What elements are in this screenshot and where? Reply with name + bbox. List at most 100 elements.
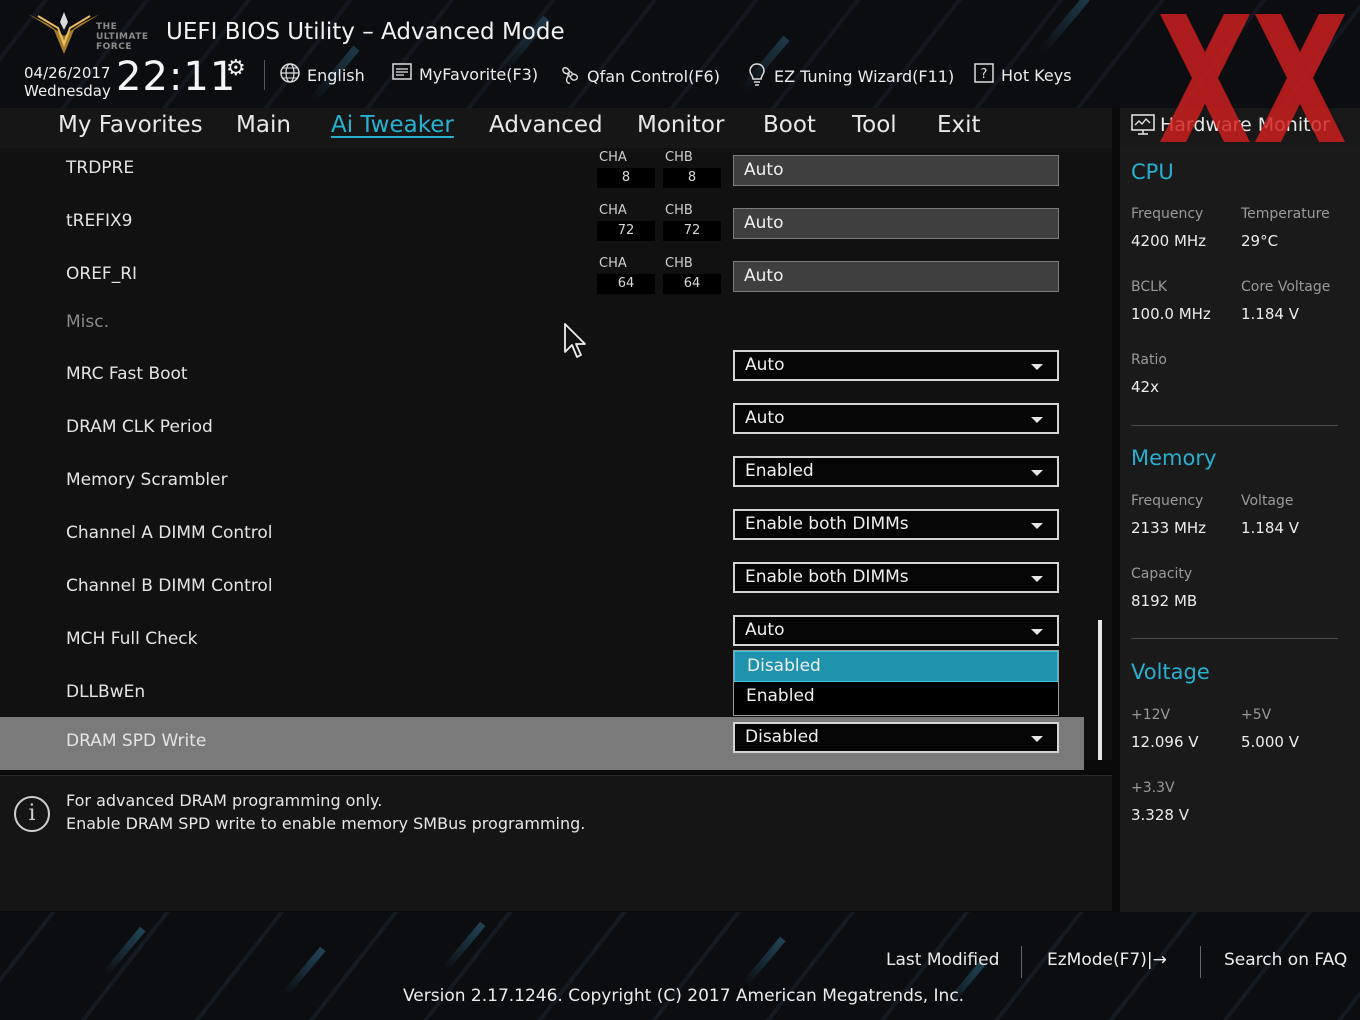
- trdpre-input[interactable]: Auto: [733, 155, 1059, 186]
- cha-header: CHA: [599, 150, 627, 165]
- logo-text: THE ULTIMATE FORCE: [96, 22, 149, 52]
- voltage-section-title: Voltage: [1131, 660, 1210, 684]
- tab-my-favorites[interactable]: My Favorites: [58, 112, 203, 138]
- cpu-temperature-label: Temperature: [1241, 206, 1330, 222]
- mouse-cursor-icon: [564, 323, 586, 358]
- qfan-control-label: Qfan Control(F6): [587, 67, 720, 86]
- v33-value: 3.328 V: [1131, 806, 1189, 824]
- memory-scrambler-select[interactable]: Enabled: [733, 456, 1059, 487]
- setting-label: TRDPRE: [66, 158, 135, 178]
- tab-tool[interactable]: Tool: [852, 112, 897, 138]
- footer-bar: Last Modified EzMode(F7)|→ Search on FAQ…: [0, 912, 1360, 1020]
- chb-value: 64: [663, 274, 721, 294]
- tab-exit[interactable]: Exit: [937, 112, 981, 138]
- hardware-monitor-panel: Hardware Monitor CPU Frequency 4200 MHz …: [1120, 108, 1360, 912]
- weekday-text: Wednesday: [24, 82, 111, 100]
- setting-row-dram-clk-period[interactable]: DRAM CLK Period Auto: [0, 403, 1084, 456]
- setting-label: Channel A DIMM Control: [66, 523, 273, 543]
- channel-b-dimm-control-select[interactable]: Enable both DIMMs: [733, 562, 1059, 593]
- setting-row-channel-b-dimm-control[interactable]: Channel B DIMM Control Enable both DIMMs: [0, 562, 1084, 615]
- v33-label: +3.3V: [1131, 780, 1175, 796]
- dropdown-option-enabled[interactable]: Enabled: [734, 682, 1058, 713]
- tab-advanced[interactable]: Advanced: [489, 112, 603, 138]
- memory-frequency-label: Frequency: [1131, 493, 1204, 509]
- setting-label: DRAM CLK Period: [66, 417, 213, 437]
- ez-tuning-wizard-button[interactable]: EZ Tuning Wizard(F11): [745, 62, 954, 91]
- section-divider: [1131, 638, 1338, 639]
- clock-time: 22:11: [116, 54, 237, 100]
- chb-value: 8: [663, 168, 721, 188]
- ezmode-button[interactable]: EzMode(F7)|→: [1047, 950, 1167, 970]
- cpu-frequency-value: 4200 MHz: [1131, 232, 1207, 250]
- memory-section-title: Memory: [1131, 446, 1217, 470]
- setting-row-mrc-fast-boot[interactable]: MRC Fast Boot Auto: [0, 350, 1084, 403]
- myfavorite-button[interactable]: MyFavorite(F3): [390, 62, 538, 87]
- dram-clk-period-select[interactable]: Auto: [733, 403, 1059, 434]
- ratio-value: 42x: [1131, 378, 1159, 396]
- language-button[interactable]: English: [278, 62, 365, 89]
- cha-header: CHA: [599, 203, 627, 218]
- section-divider: [1131, 425, 1338, 426]
- dropdown-arrow-icon: [1031, 417, 1043, 423]
- ez-tuning-wizard-label: EZ Tuning Wizard(F11): [774, 67, 955, 86]
- setting-label: OREF_RI: [66, 264, 138, 284]
- header-separator: [264, 60, 265, 90]
- trefix9-input[interactable]: Auto: [733, 208, 1059, 239]
- clock-settings-gear-icon[interactable]: ⚙: [226, 56, 246, 81]
- mrc-fast-boot-select[interactable]: Auto: [733, 350, 1059, 381]
- header-bar: THE ULTIMATE FORCE UEFI BIOS Utility – A…: [0, 0, 1360, 108]
- app-title: UEFI BIOS Utility – Advanced Mode: [166, 19, 565, 45]
- tab-boot[interactable]: Boot: [763, 112, 816, 138]
- channel-a-dimm-control-select[interactable]: Enable both DIMMs: [733, 509, 1059, 540]
- setting-row-trefix9[interactable]: tREFIX9 CHA 72 CHB 72 Auto: [0, 201, 1084, 254]
- bclk-value: 100.0 MHz: [1131, 305, 1211, 323]
- chb-header: CHB: [665, 203, 693, 218]
- dram-spd-write-select[interactable]: Disabled: [733, 722, 1059, 753]
- globe-icon: [278, 62, 302, 89]
- tab-main[interactable]: Main: [236, 112, 291, 138]
- settings-scrollbar[interactable]: [1098, 620, 1102, 760]
- select-value: Auto: [745, 355, 785, 375]
- hot-keys-label: Hot Keys: [1001, 66, 1072, 85]
- setting-row-trdpre[interactable]: TRDPRE CHA 8 CHB 8 Auto: [0, 148, 1084, 201]
- footer-separator: [1200, 946, 1201, 978]
- setting-label: Channel B DIMM Control: [66, 576, 273, 596]
- capacity-label: Capacity: [1131, 566, 1193, 582]
- last-modified-button[interactable]: Last Modified: [886, 950, 999, 970]
- memory-voltage-value: 1.184 V: [1241, 519, 1299, 537]
- language-label: English: [307, 66, 365, 85]
- setting-row-channel-a-dimm-control[interactable]: Channel A DIMM Control Enable both DIMMs: [0, 509, 1084, 562]
- bclk-label: BCLK: [1131, 279, 1168, 295]
- setting-row-memory-scrambler[interactable]: Memory Scrambler Enabled: [0, 456, 1084, 509]
- oref-ri-input[interactable]: Auto: [733, 261, 1059, 292]
- search-on-faq-button[interactable]: Search on FAQ: [1224, 950, 1347, 970]
- setting-row-oref-ri[interactable]: OREF_RI CHA 64 CHB 64 Auto: [0, 254, 1084, 307]
- dropdown-arrow-icon: [1031, 736, 1043, 742]
- misc-section-heading: Misc.: [66, 312, 109, 332]
- setting-row-dram-spd-write[interactable]: DRAM SPD Write Disabled: [0, 717, 1084, 770]
- core-voltage-label: Core Voltage: [1241, 279, 1331, 295]
- date-text: 04/26/2017: [24, 64, 111, 82]
- tab-monitor[interactable]: Monitor: [637, 112, 724, 138]
- cha-value: 64: [597, 274, 655, 294]
- cpu-temperature-value: 29°C: [1241, 232, 1279, 250]
- chb-header: CHB: [665, 256, 693, 271]
- tab-ai-tweaker[interactable]: Ai Tweaker: [331, 112, 454, 138]
- version-copyright-text: Version 2.17.1246. Copyright (C) 2017 Am…: [403, 986, 965, 1006]
- footer-separator: [1021, 946, 1022, 978]
- core-voltage-value: 1.184 V: [1241, 305, 1299, 323]
- setting-label: DRAM SPD Write: [66, 731, 207, 751]
- dropdown-option-disabled[interactable]: Disabled: [734, 651, 1058, 682]
- lightbulb-icon: [745, 62, 769, 91]
- hot-keys-button[interactable]: ? Hot Keys: [972, 62, 1072, 89]
- myfavorite-label: MyFavorite(F3): [419, 65, 539, 84]
- svg-text:?: ?: [981, 67, 988, 82]
- dropdown-arrow-icon: [1031, 629, 1043, 635]
- mch-full-check-select[interactable]: Auto: [733, 615, 1059, 646]
- v12-label: +12V: [1131, 707, 1171, 723]
- select-value: Enable both DIMMs: [745, 567, 909, 587]
- v5-label: +5V: [1241, 707, 1272, 723]
- select-value: Auto: [745, 408, 785, 428]
- qfan-control-button[interactable]: Qfan Control(F6): [558, 62, 720, 91]
- dropdown-arrow-icon: [1031, 364, 1043, 370]
